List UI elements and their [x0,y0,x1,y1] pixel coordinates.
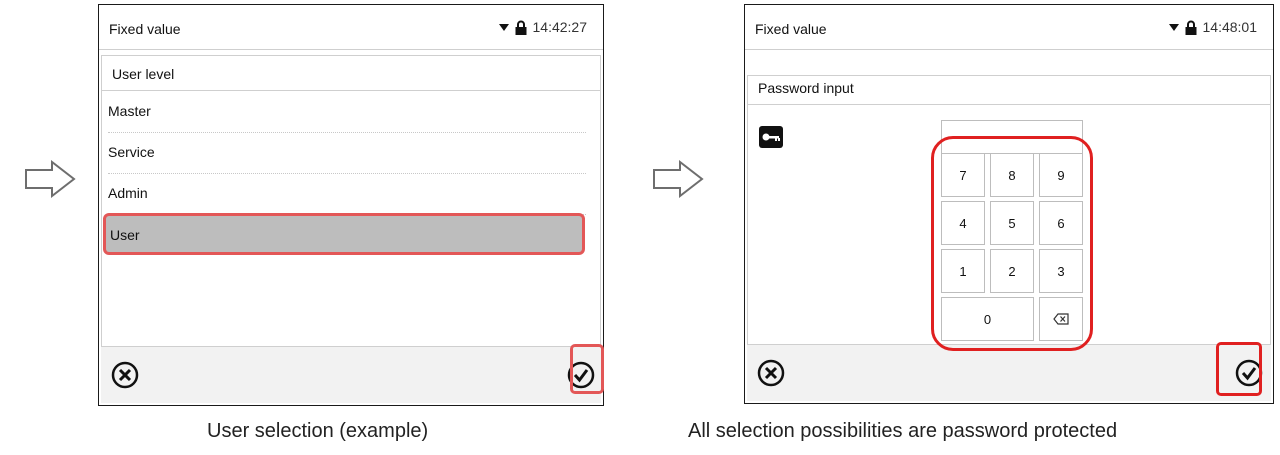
clock: 14:42:27 [532,19,588,35]
confirm-highlight [570,344,604,394]
list-item-service[interactable]: Service [108,133,586,174]
keypad-highlight [931,136,1093,351]
screen-title: Fixed value [755,21,827,37]
panel-title: User level [112,66,175,82]
confirm-highlight [1216,342,1262,396]
screen-title: Fixed value [109,21,181,37]
right-arrow-icon [25,160,76,198]
list-item-master[interactable]: Master [108,92,586,133]
triangle-down-icon[interactable] [498,23,509,31]
panel-title: Password input [758,80,854,96]
caption-left: User selection (example) [207,420,429,442]
key-icon [759,126,783,148]
caption-right: All selection possibilities are password… [688,420,1118,442]
list-item-user[interactable]: User [106,216,582,252]
status-bar: Fixed value 14:42:27 [99,5,603,50]
user-level-screen: Fixed value 14:42:27 User level Master S… [98,4,604,406]
status-bar: Fixed value 14:48:01 [745,5,1273,50]
right-arrow-icon [653,160,704,198]
circle-x-icon[interactable] [111,361,139,389]
bottom-bar [747,344,1271,401]
triangle-down-icon[interactable] [1168,23,1179,31]
lock-icon [1185,20,1196,35]
circle-x-icon[interactable] [757,359,785,387]
lock-icon [515,20,526,35]
list-item-admin[interactable]: Admin [108,174,586,215]
clock: 14:48:01 [1202,19,1258,35]
user-level-panel: User level Master Service Admin User [101,55,601,347]
bottom-bar [101,346,601,403]
